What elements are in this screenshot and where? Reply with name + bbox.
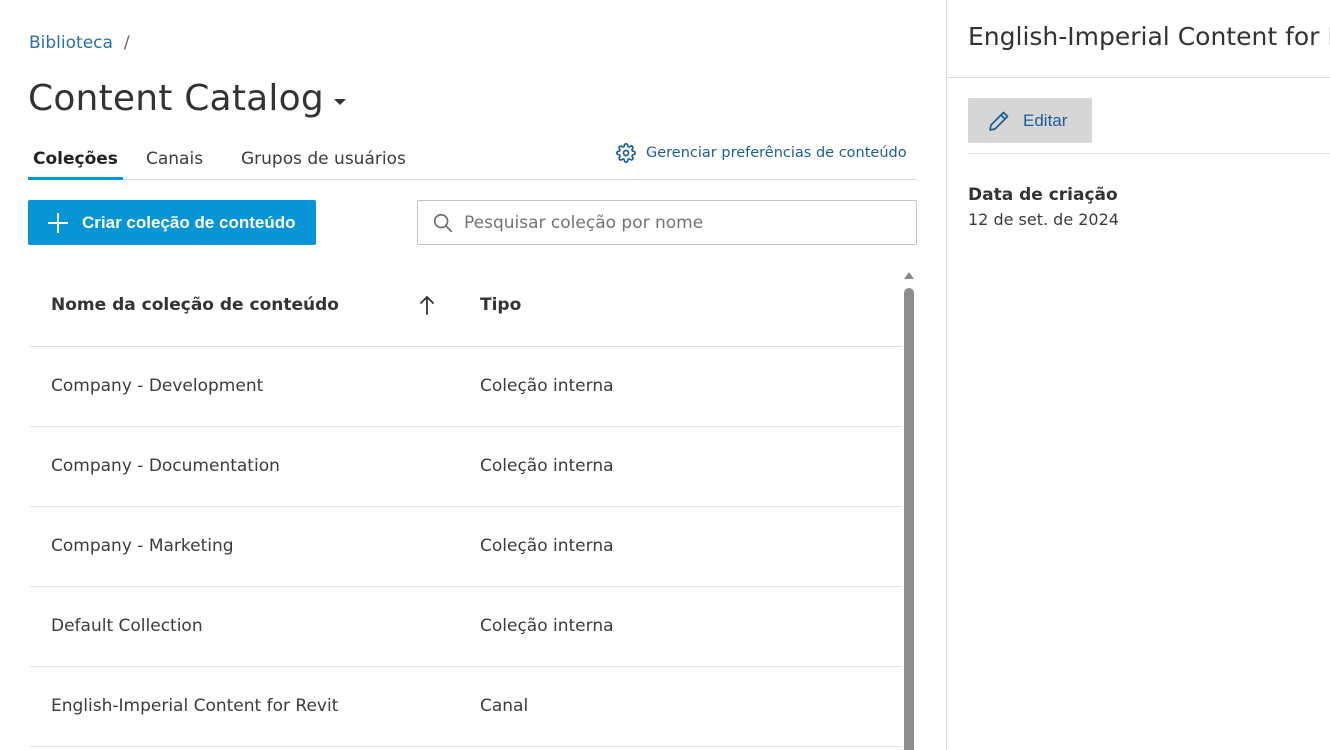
collection-type-cell: Canal: [480, 696, 529, 716]
collection-type-cell: Coleção interna: [480, 456, 614, 476]
collection-name-cell: Company - Development: [51, 376, 264, 396]
main-pane: Biblioteca / Content Catalog Coleções Ca…: [0, 0, 946, 750]
gear-icon: [616, 143, 636, 163]
divider: [947, 77, 1330, 78]
sort-ascending-arrow-icon[interactable]: [419, 294, 435, 316]
breadcrumb-separator: /: [123, 33, 130, 53]
table-scrollbar-thumb[interactable]: [904, 288, 914, 750]
breadcrumb: Biblioteca /: [29, 33, 130, 53]
create-content-collection-button[interactable]: Criar coleção de conteúdo: [28, 200, 316, 245]
tab-colecoes[interactable]: Coleções: [28, 140, 123, 180]
table-row[interactable]: Default Collection Coleção interna: [30, 587, 902, 667]
table-row[interactable]: Company - Development Coleção interna: [30, 347, 902, 427]
search-icon: [433, 213, 453, 232]
collections-table: Nome da coleção de conteúdo Tipo Company…: [30, 265, 902, 747]
collection-name-cell: Company - Marketing: [51, 536, 234, 556]
page-title: Content Catalog: [28, 78, 324, 119]
search-box: [417, 200, 917, 245]
search-collection-input[interactable]: [464, 212, 884, 233]
table-row[interactable]: Company - Marketing Coleção interna: [30, 507, 902, 587]
divider: [968, 153, 1330, 154]
edit-button[interactable]: Editar: [968, 98, 1092, 143]
details-panel: English-Imperial Content for Revit Edita…: [946, 0, 1330, 750]
breadcrumb-link-biblioteca[interactable]: Biblioteca: [29, 33, 113, 53]
creation-date-label: Data de criação: [968, 185, 1118, 205]
collection-type-cell: Coleção interna: [480, 376, 614, 396]
caret-down-icon: [333, 98, 346, 105]
scroll-up-arrow-icon[interactable]: [904, 272, 914, 279]
manage-content-preferences-link[interactable]: Gerenciar preferências de conteúdo: [616, 143, 907, 163]
create-content-collection-label: Criar coleção de conteúdo: [82, 212, 296, 232]
creation-date-value: 12 de set. de 2024: [968, 210, 1119, 229]
plus-icon: [48, 212, 68, 233]
collection-name-cell: Default Collection: [51, 616, 203, 636]
table-row[interactable]: Company - Documentation Coleção interna: [30, 427, 902, 507]
tab-canais[interactable]: Canais: [146, 140, 203, 180]
collection-name-cell: English-Imperial Content for Revit: [51, 696, 339, 716]
collection-name-cell: Company - Documentation: [51, 456, 280, 476]
details-panel-title: English-Imperial Content for Revit: [968, 22, 1330, 51]
edit-button-label: Editar: [1023, 110, 1068, 130]
column-header-name[interactable]: Nome da coleção de conteúdo: [51, 295, 339, 315]
collection-type-cell: Coleção interna: [480, 536, 614, 556]
app-window: Biblioteca / Content Catalog Coleções Ca…: [0, 0, 1330, 750]
pencil-icon: [989, 111, 1009, 131]
table-row[interactable]: English-Imperial Content for Revit Canal: [30, 667, 902, 747]
manage-content-preferences-label: Gerenciar preferências de conteúdo: [646, 145, 907, 161]
table-header: Nome da coleção de conteúdo Tipo: [30, 265, 902, 347]
tab-grupos-de-usuarios[interactable]: Grupos de usuários: [241, 140, 406, 180]
catalog-selector[interactable]: Content Catalog: [28, 78, 346, 119]
column-header-type: Tipo: [480, 295, 522, 315]
collection-type-cell: Coleção interna: [480, 616, 614, 636]
